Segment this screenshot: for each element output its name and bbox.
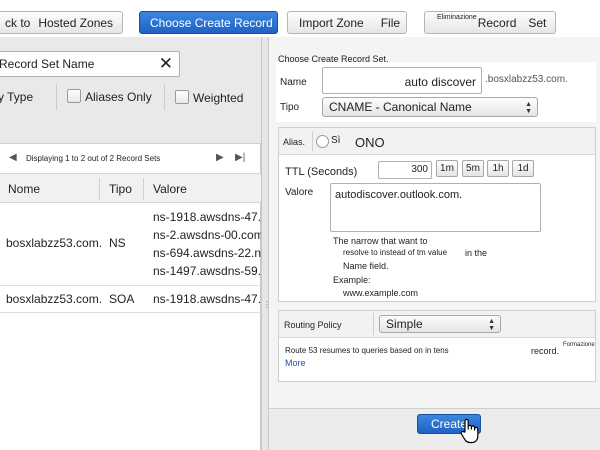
row-value: ns-2.awsdns-00.com. [153, 228, 261, 242]
back-to-hosted-zones-button[interactable]: ck to Hosted Zones [0, 11, 123, 34]
select-arrows-icon: ▲ ▼ [525, 101, 532, 115]
type-filter-divider [56, 84, 57, 110]
delete-record-set-button[interactable]: Eliminazione Record Set [424, 11, 556, 34]
ttl-value: 300 [411, 164, 428, 175]
set-label: Set [528, 15, 547, 30]
pager-next-icon[interactable]: ▶ [216, 152, 224, 163]
weighted-divider [164, 84, 165, 110]
table-row[interactable]: bosxlabzz53.com. NS ns-1918.awsdns-47.co… [0, 204, 261, 284]
panel-splitter[interactable]: ⋮ [261, 37, 271, 450]
routing-description-right: record. [531, 346, 560, 356]
name-label: Name [280, 77, 307, 88]
value-label: Valore [285, 187, 314, 198]
ttl-label: TTL (Seconds) [285, 166, 358, 178]
value-help-2: resolve to instead of tm value [343, 248, 448, 257]
alias-no-option[interactable]: ONO [355, 135, 385, 150]
ttl-input[interactable]: 300 [378, 161, 432, 179]
hosted-zones-label: Hosted Zones [38, 15, 114, 30]
routing-description: Route 53 resumes to queries based on in … [285, 346, 449, 355]
row-value: ns-1918.awsdns-47.com. [153, 210, 261, 224]
type-filter-label[interactable]: y Type [0, 90, 33, 104]
row-name: bosxlabzz53.com. [6, 292, 103, 306]
weighted-checkbox[interactable] [175, 90, 189, 104]
clear-search-icon[interactable]: ✕ [159, 54, 173, 74]
routing-divider [373, 313, 374, 335]
value-help-4: Example: [333, 275, 371, 285]
domain-suffix: .bosxlabzz53.com. [485, 74, 568, 85]
alias-yes-label: Sì [331, 135, 341, 146]
header-type[interactable]: Tipo [109, 182, 132, 196]
select-arrows-icon: ▲ ▼ [488, 318, 495, 332]
routing-small-label: Formazione [563, 342, 595, 348]
pager-last-icon[interactable]: ▶| [235, 152, 245, 163]
row-type: SOA [109, 292, 135, 306]
back-label: ck to [5, 15, 31, 30]
row-divider [0, 312, 261, 313]
value-help-2b: in the [465, 248, 488, 258]
table-header: Nome Tipo Valore [0, 173, 261, 203]
alias-yes-radio[interactable] [316, 135, 329, 148]
row-value: ns-1497.awsdns-59.org. [153, 264, 261, 278]
search-value: Record Set Name [0, 57, 95, 71]
name-value: auto discover [404, 75, 476, 89]
hand-cursor-icon [459, 418, 481, 447]
row-name: bosxlabzz53.com. [6, 236, 103, 250]
aliases-only-checkbox[interactable] [67, 89, 81, 103]
alias-divider [312, 131, 313, 151]
search-input[interactable]: Record Set Name ✕ [0, 51, 180, 77]
value-text: autodiscover.outlook.com. [335, 189, 463, 201]
import-zone-label: Import Zone [299, 15, 364, 30]
record-label: Record [477, 15, 517, 30]
row-value: ns-694.awsdns-22.net. [153, 246, 261, 260]
routing-label: Routing Policy [284, 320, 342, 330]
ttl-5m-button[interactable]: 5m [462, 160, 484, 177]
create-record-set-button[interactable]: Choose Create Record Set [139, 11, 278, 34]
value-help-3: Name field. [343, 261, 389, 271]
type-label: Tipo [280, 102, 300, 113]
weighted-label: Weighted [193, 91, 244, 105]
import-zone-file-button[interactable]: Import Zone File [287, 11, 407, 34]
name-input[interactable]: auto discover [322, 67, 482, 94]
header-value[interactable]: Valore [153, 182, 187, 196]
routing-value: Simple [386, 317, 423, 331]
alias-label: Alias. [283, 137, 306, 147]
value-help-5: www.example.com [343, 288, 419, 298]
header-name[interactable]: Nome [8, 182, 40, 196]
row-value: ns-1918.awsdns-47.com. [153, 292, 261, 306]
aliases-only-label: Aliases Only [85, 90, 152, 104]
ttl-1h-button[interactable]: 1h [487, 160, 509, 177]
more-link[interactable]: More [285, 358, 306, 368]
value-help-1: The narrow that want to [333, 236, 428, 246]
ttl-1m-button[interactable]: 1m [436, 160, 458, 177]
row-type: NS [109, 236, 126, 250]
value-textarea[interactable]: autodiscover.outlook.com. [330, 183, 541, 232]
type-select[interactable]: CNAME - Canonical Name ▲ ▼ [322, 97, 538, 117]
file-label: File [380, 15, 401, 30]
pager-status: Displaying 1 to 2 out of 2 Record Sets [26, 154, 161, 163]
delete-small-label: Eliminazione [437, 14, 477, 21]
ttl-1d-button[interactable]: 1d [512, 160, 534, 177]
create-record-set-label: Choose Create Record Set [150, 15, 277, 30]
routing-policy-select[interactable]: Simple ▲ ▼ [379, 315, 501, 333]
pager-prev-icon[interactable]: ◀ [9, 152, 17, 163]
type-value: CNAME - Canonical Name [329, 100, 472, 114]
table-row[interactable]: bosxlabzz53.com. SOA ns-1918.awsdns-47.c… [0, 286, 261, 312]
